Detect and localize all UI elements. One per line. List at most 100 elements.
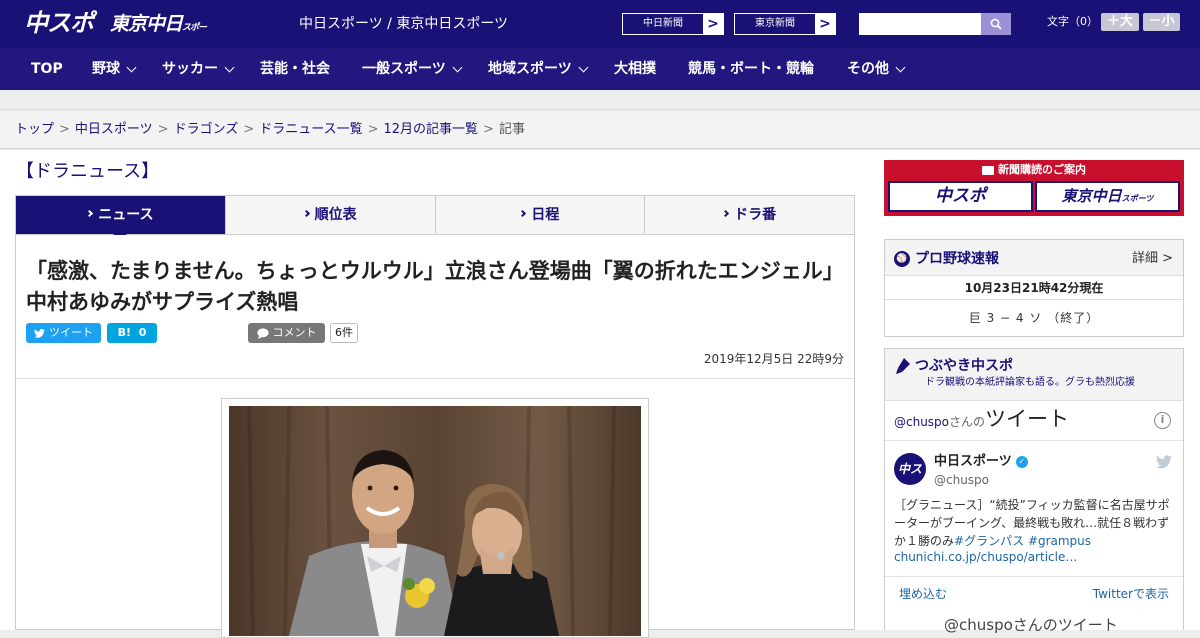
breadcrumb-separator: > (59, 122, 70, 137)
subscription-ad[interactable]: 新聞購読のご案内 中スポ 東京中日スポーツ (884, 160, 1184, 216)
timeline-handle-link[interactable]: @chuspo (894, 415, 949, 429)
tweet-text: ［グラニュース］“続投”フィッカ監督に名古屋サポーターがブーイング、最終戦も敗れ… (894, 496, 1174, 550)
twitter-bird-icon (34, 328, 45, 338)
timeline-divider (885, 440, 1183, 441)
view-on-twitter-link[interactable]: Twitterで表示 (1093, 586, 1169, 602)
nav-entertainment[interactable]: 芸能・社会 (260, 48, 330, 90)
ad-title-text: 新聞購読のご案内 (998, 163, 1086, 176)
hatena-bookmark-button[interactable]: B! 0 (107, 323, 157, 343)
breadcrumb-separator: > (243, 122, 255, 137)
info-icon[interactable]: i (1154, 412, 1171, 429)
site-title: 中日スポーツ / 東京中日スポーツ (299, 16, 509, 32)
tweet-article-link[interactable]: chunichi.co.jp/chuspo/article… (894, 549, 1077, 565)
breadcrumb-top[interactable]: トップ (15, 122, 54, 137)
tab-label: ニュース (98, 207, 154, 223)
account-name-text: 中日スポーツ (934, 454, 1012, 469)
chevron-right-icon (519, 209, 527, 218)
timeline-word: ツイート (985, 407, 1070, 431)
account-name[interactable]: 中日スポーツ ✓ (934, 453, 1028, 471)
score-timestamp: 10月23日21時42分現在 (885, 276, 1183, 300)
chevron-right-icon (302, 209, 310, 218)
nav-general-sports[interactable]: 一般スポーツ (362, 48, 463, 90)
ad-tokyo-logo-main: 東京中日 (1061, 187, 1122, 205)
tab-dora-ban[interactable]: ドラ番 (645, 196, 854, 234)
tsubuyaki-title: つぶやき中スポ (915, 358, 1013, 374)
article-photo[interactable] (229, 406, 641, 636)
article-photo-image (229, 406, 641, 636)
tab-label: 順位表 (314, 207, 357, 223)
tsubuyaki-subtitle: ドラ観戦の本紙評論家も語る。グラも熱烈応援 (925, 377, 1135, 388)
tokyo-shimbun-link[interactable]: 東京新聞 > (734, 13, 836, 35)
tab-news[interactable]: ニュース (16, 196, 226, 241)
twitter-bird-icon[interactable] (1156, 455, 1172, 469)
chunichi-shimbun-link[interactable]: 中日新聞 > (622, 13, 724, 35)
ad-chuspo-logo[interactable]: 中スポ (888, 181, 1033, 212)
tab-label: ドラ番 (734, 207, 777, 223)
ad-tokyo-logo-small: スポーツ (1121, 194, 1154, 203)
nav-label: サッカー (162, 61, 218, 77)
ad-tokyo-chunichi-logo[interactable]: 東京中日スポーツ (1035, 181, 1180, 212)
news-tabs: ニュース 順位表 日程 ドラ番 (15, 195, 855, 241)
header-spacer (0, 90, 1200, 110)
baseball-icon: ⚾ (894, 251, 910, 267)
search-input[interactable] (859, 13, 981, 35)
nav-local-sports[interactable]: 地域スポーツ (488, 48, 589, 90)
baseball-card-title: プロ野球速報 (915, 251, 999, 267)
nav-other[interactable]: その他 (847, 48, 906, 90)
tab-schedule[interactable]: 日程 (435, 196, 646, 234)
chevron-down-icon (224, 62, 235, 72)
nav-label: その他 (847, 61, 889, 77)
nav-top[interactable]: TOP (31, 48, 63, 90)
nav-sumo[interactable]: 大相撲 (614, 48, 656, 90)
tweet-button[interactable]: ツイート (26, 323, 101, 343)
tweet-button-label: ツイート (49, 326, 93, 339)
tokyo-logo-main: 東京中日 (110, 13, 183, 35)
ext-link-label: 中日新聞 (623, 14, 703, 34)
comment-button[interactable]: コメント (248, 323, 325, 343)
breadcrumb-separator: > (483, 122, 494, 137)
main-nav: TOP 野球 サッカー 芸能・社会 一般スポーツ 地域スポーツ 大相撲 競馬・ボ… (0, 48, 1200, 90)
nav-racing[interactable]: 競馬・ボート・競輪 (688, 48, 814, 90)
hashtag-grampus[interactable]: #grampus (1028, 534, 1091, 548)
comment-button-label: コメント (272, 326, 317, 339)
chevron-down-icon (126, 62, 137, 72)
score-line[interactable]: 巨 3 − 4 ソ （終了） (885, 300, 1183, 336)
breadcrumb-dragons[interactable]: ドラゴンズ (174, 122, 239, 137)
breadcrumb-separator: > (157, 122, 169, 137)
search-box (859, 13, 1011, 35)
article-headline: 「感激、たまりません。ちょっとウルウル」立浪さん登場曲「翼の折れたエンジェル」中… (26, 259, 844, 314)
ad-title: 新聞購読のご案内 (884, 161, 1184, 179)
comment-count: 6件 (330, 323, 358, 343)
hatena-count: 0 (138, 326, 147, 339)
breadcrumb-chunichi-sports[interactable]: 中日スポーツ (75, 122, 153, 137)
breadcrumb-separator: > (367, 122, 379, 137)
card-header: ⚾ プロ野球速報 詳細 > (885, 240, 1183, 276)
nav-soccer[interactable]: サッカー (162, 48, 235, 90)
tab-standings[interactable]: 順位表 (225, 196, 436, 234)
search-button[interactable] (981, 13, 1011, 35)
speech-bubble-icon (256, 327, 269, 339)
timeline-footer: 埋め込む Twitterで表示 (885, 576, 1183, 610)
embed-link[interactable]: 埋め込む (899, 586, 947, 602)
tab-label: 日程 (531, 207, 560, 223)
nav-label: 芸能・社会 (260, 61, 330, 77)
chevron-down-icon (895, 62, 906, 72)
chunichi-sports-logo[interactable]: 中スポ (24, 8, 102, 38)
tokyo-chunichi-logo[interactable]: 東京中日スポーツ (110, 10, 210, 65)
hashtag-grampus-jp[interactable]: #グランパス (954, 534, 1024, 548)
account-handle[interactable]: @chuspo (934, 472, 989, 488)
nav-label: 一般スポーツ (362, 61, 446, 77)
card-header: つぶやき中スポ ドラ観戦の本紙評論家も語る。グラも熱烈応援 (885, 349, 1183, 401)
avatar[interactable]: 中スポ (894, 453, 926, 508)
breadcrumb-dra-news-list[interactable]: ドラニュース一覧 (259, 122, 362, 137)
chevron-down-icon (578, 62, 589, 72)
timeline-title: @chuspoさんのツイート (894, 404, 1069, 437)
nav-baseball[interactable]: 野球 (92, 48, 137, 90)
baseball-details-link[interactable]: 詳細 > (1132, 249, 1173, 269)
publish-date: 2019年12月5日 22時9分 (703, 352, 844, 366)
font-smaller-button[interactable]: －小 (1143, 13, 1180, 31)
font-larger-button[interactable]: ＋大 (1101, 13, 1139, 31)
breadcrumb-december-list[interactable]: 12月の記事一覧 (384, 122, 479, 137)
hatena-label: B! (117, 326, 132, 339)
section-title: 【ドラニュース】 (16, 161, 160, 182)
